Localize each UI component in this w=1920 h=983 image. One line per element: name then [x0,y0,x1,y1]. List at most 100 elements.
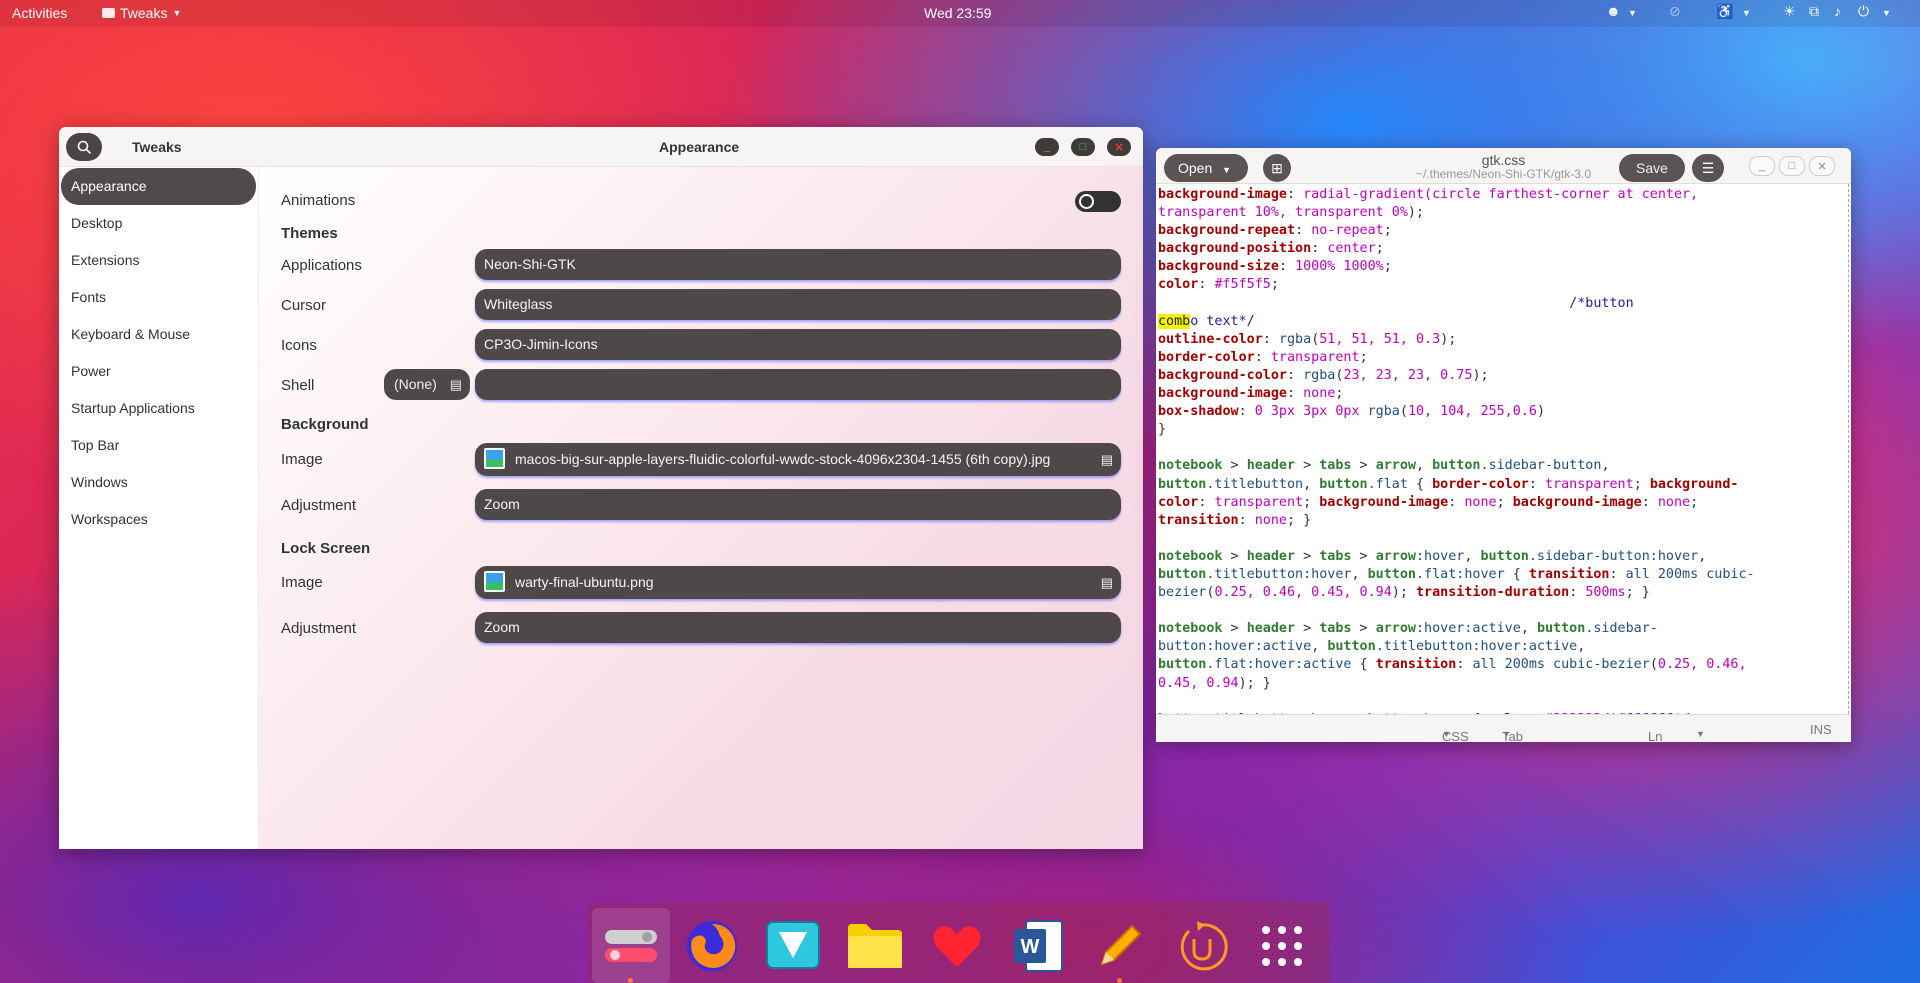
code-line: background-position: center; [1158,241,1384,257]
close-button[interactable]: ✕ [1107,138,1131,156]
sidebar-item-windows[interactable]: Windows [61,464,256,501]
lock-image-chooser[interactable]: warty-final-ubuntu.png ▤ [475,566,1121,599]
menu-button[interactable]: ☰ [1692,154,1724,182]
dock-item-tweaks[interactable] [592,908,670,983]
code-line: background-color: rgba(23, 23, 23, 0.75)… [1158,367,1489,383]
toggle-knob [1079,194,1094,209]
running-indicator [1117,978,1122,983]
vectr-icon [766,920,820,969]
chevron-down-icon[interactable]: ▼ [1882,8,1891,18]
accessibility-icon[interactable]: ♿ [1716,3,1733,20]
pencil-icon [1100,924,1142,966]
maximize-icon: □ [1788,160,1796,172]
chevron-down-icon[interactable]: ▼ [1628,8,1637,18]
code-line: color: #f5f5f5; [1158,277,1279,293]
code-editor[interactable]: background-image: radial-gradient(circle… [1156,184,1849,714]
background-image-chooser[interactable]: macos-big-sur-apple-layers-fluidic-color… [475,443,1121,476]
header-bar: Tweaks Appearance _ □ ✕ [59,127,1143,167]
sidebar-item-startup-applications[interactable]: Startup Applications [61,390,256,427]
night-light-icon[interactable]: ☀ [1783,3,1796,20]
code-line: notebook > header > tabs > arrow:hover, … [1158,548,1707,564]
maximize-button[interactable]: □ [1071,138,1095,156]
background-heading: Background [281,416,369,433]
clock[interactable]: Wed 23:59 [924,5,991,21]
image-thumbnail-icon [484,571,505,593]
app-menu[interactable]: Tweaks ▼ [102,5,181,21]
lock-adjustment-label: Adjustment [281,620,357,637]
minimize-button[interactable]: _ [1749,156,1775,176]
code-line: button.flat:hover:active { transition: a… [1158,657,1747,673]
tweaks-app-icon [102,8,115,18]
code-line: border-color: transparent; [1158,349,1368,365]
cursor-theme-select[interactable]: Whiteglass [475,289,1121,320]
background-adjustment-value: Zoom [484,496,520,512]
maximize-button[interactable]: □ [1779,156,1805,176]
animations-toggle[interactable] [1075,191,1121,212]
code-line: background-image: none; [1158,386,1344,402]
volume-icon[interactable]: ♪ [1834,3,1841,19]
minimize-icon: _ [1758,160,1766,172]
hamburger-menu-icon: ☰ [1701,159,1715,176]
search-button[interactable] [66,133,102,161]
close-button[interactable]: ✕ [1809,156,1835,176]
sidebar-item-top-bar[interactable]: Top Bar [61,427,256,464]
dock-item-show-applications[interactable] [1243,908,1321,983]
top-bar: Activities Tweaks ▼ Wed 23:59 ☻ ▼ ⊘ ♿ ▼ … [0,0,1920,27]
background-adjustment-select[interactable]: Zoom [475,489,1121,520]
sidebar-item-power[interactable]: Power [61,353,256,390]
svg-text:W: W [1021,936,1040,958]
dock-item-timeshift[interactable] [1163,908,1241,983]
shell-theme-select[interactable] [475,369,1121,400]
code-line: combo text*/ [1158,313,1255,329]
save-button[interactable]: Save [1619,154,1685,182]
shell-file-chooser[interactable]: (None) ▤ [384,369,470,400]
sidebar-item-appearance[interactable]: Appearance [61,168,256,205]
dock-item-heart[interactable] [918,908,996,983]
code-line: bezier(0.25, 0.46, 0.45, 0.94); transiti… [1158,585,1650,601]
gedit-window: Open ▼ ⊞ gtk.css ~/.themes/Neon-Shi-GTK/… [1156,148,1851,742]
gedit-header-bar: Open ▼ ⊞ gtk.css ~/.themes/Neon-Shi-GTK/… [1156,148,1851,184]
sidebar-item-desktop[interactable]: Desktop [61,205,256,242]
dock-item-firefox[interactable] [673,908,751,983]
dock-item-files[interactable] [836,908,914,983]
chevron-down-icon: ▼ [1696,729,1705,739]
tweaks-window: Tweaks Appearance _ □ ✕ Appearance Deskt… [59,127,1143,849]
code-line: button:hover:active, button.titlebutton:… [1158,639,1586,655]
blocked-icon[interactable]: ⊘ [1669,3,1681,20]
minimize-button[interactable]: _ [1035,138,1059,156]
power-icon[interactable]: ⏻ [1858,3,1869,20]
code-line: box-shadow: 0 3px 3px 0px rgba(10, 104, … [1158,404,1545,420]
sidebar-item-extensions[interactable]: Extensions [61,242,256,279]
file-icon: ▤ [449,377,462,392]
image-thumbnail-icon [484,448,505,470]
heart-icon [933,925,981,967]
applications-theme-select[interactable]: Neon-Shi-GTK [475,249,1121,280]
sidebar-item-workspaces[interactable]: Workspaces [61,501,256,538]
sidebar-item-fonts[interactable]: Fonts [61,279,256,316]
lock-screen-heading: Lock Screen [281,540,371,557]
indicator-face-icon[interactable]: ☻ [1606,3,1621,19]
status-bar: CSS ▼ Tab Width: 8 ▼ Ln 209, Col 16 ▼ IN… [1156,714,1851,742]
code-line: background-size: 1000% 1000%; [1158,259,1392,275]
code-line: background-image: radial-gradient(circle… [1158,187,1699,202]
chevron-down-icon[interactable]: ▼ [1742,8,1751,18]
tweaks-icon [605,929,657,962]
themes-heading: Themes [281,225,338,242]
file-icon: ▤ [1100,575,1113,590]
code-line: transparent 10%, transparent 0%); [1158,205,1425,221]
dock-item-text-editor[interactable] [1081,908,1159,983]
insert-mode-indicator[interactable]: INS [1810,722,1832,737]
code-line: notebook > header > tabs > arrow, button… [1158,458,1610,474]
dock-item-vectr[interactable] [754,908,832,983]
network-icon[interactable]: ⧉ [1809,3,1819,20]
icons-theme-select[interactable]: CP3O-Jimin-Icons [475,329,1121,360]
sidebar-item-keyboard-mouse[interactable]: Keyboard & Mouse [61,316,256,353]
document-path: ~/.themes/Neon-Shi-GTK/gtk-3.0 [1415,167,1592,181]
shell-label: Shell [281,377,315,394]
activities-button[interactable]: Activities [12,5,67,21]
dock-item-word[interactable]: W [999,908,1077,983]
lock-adjustment-select[interactable]: Zoom [475,612,1121,643]
